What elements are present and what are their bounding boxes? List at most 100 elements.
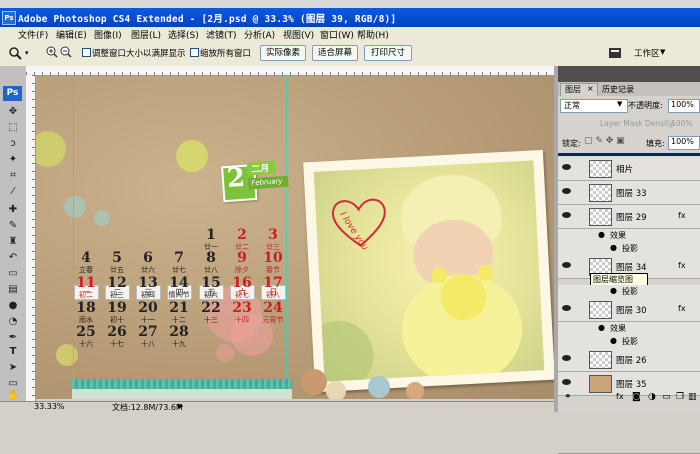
folder-icon[interactable]: ▭ <box>662 392 671 402</box>
eye-icon[interactable] <box>562 262 571 268</box>
shape-tool-icon[interactable]: ▭ <box>7 378 19 390</box>
fx-icon[interactable]: fx <box>678 304 686 313</box>
layer-effects-row[interactable]: ● 投影 <box>558 285 700 298</box>
lunar-date: 除夕 <box>235 266 249 274</box>
opacity-input[interactable]: 100% <box>668 99 700 113</box>
eye-icon[interactable]: ● <box>598 323 605 332</box>
gradient-tool-icon[interactable]: ▤ <box>7 284 19 296</box>
menu-analysis[interactable]: 分析(A) <box>244 28 275 41</box>
layer-row[interactable]: 图层 26 <box>558 348 700 372</box>
menu-edit[interactable]: 编辑(E) <box>56 28 87 41</box>
eye-icon[interactable] <box>562 355 571 361</box>
blur-tool-icon[interactable]: ● <box>7 300 19 312</box>
zoom-in-icon[interactable] <box>46 46 58 58</box>
stamp-tool-icon[interactable]: ♜ <box>7 236 19 248</box>
new-layer-icon[interactable]: ❐ <box>676 392 684 402</box>
type-tool-icon[interactable]: T <box>7 346 19 358</box>
eye-icon[interactable] <box>562 188 571 194</box>
fit-screen-button[interactable]: 适合屏幕 <box>312 45 358 61</box>
layer-row[interactable]: 图层 33 <box>558 181 700 205</box>
pen-tool-icon[interactable]: ✒ <box>7 332 19 344</box>
layer-thumbnail[interactable] <box>589 208 612 226</box>
close-icon[interactable]: × <box>587 84 594 93</box>
menu-view[interactable]: 视图(V) <box>283 28 314 41</box>
actual-pixels-button[interactable]: 实际像素 <box>260 45 306 61</box>
history-brush-icon[interactable]: ↶ <box>7 252 19 264</box>
menu-filter[interactable]: 滤镜(T) <box>206 28 237 41</box>
workspace-dropdown-arrow[interactable]: ▼ <box>660 48 665 56</box>
eye-icon[interactable] <box>562 212 571 218</box>
layer-thumbnail[interactable] <box>589 375 612 393</box>
eyedropper-icon[interactable]: ⁄ <box>7 186 19 198</box>
eye-icon[interactable]: ● <box>610 243 617 252</box>
mask-icon[interactable]: ◙ <box>632 392 641 402</box>
lunar-date: 十六 <box>79 340 93 348</box>
magic-wand-icon[interactable]: ✦ <box>7 154 19 166</box>
path-select-icon[interactable]: ➤ <box>7 362 19 374</box>
layer-effects-row[interactable]: ● 投影 <box>558 242 700 255</box>
menu-layer[interactable]: 图层(L) <box>131 28 161 41</box>
move-tool-icon[interactable]: ✥ <box>7 106 19 118</box>
workspace-icon[interactable] <box>608 46 622 60</box>
day-number: 1 <box>206 227 216 243</box>
toolbox: Ps ✥ ⬚ ↄ ✦ ⌗ ⁄ ✚ ✎ ♜ ↶ ▭ ▤ ● ◔ ✒ T ➤ ▭ ✋ <box>0 66 27 402</box>
eye-icon[interactable] <box>562 305 571 311</box>
fx-button-icon[interactable]: fx <box>616 392 624 401</box>
calendar-day: 8 廿八 <box>196 251 226 275</box>
zoom-tool-icon[interactable] <box>8 46 22 60</box>
eye-icon[interactable] <box>562 379 571 385</box>
menu-window[interactable]: 窗口(W) <box>320 28 354 41</box>
blend-mode-select[interactable]: 正常 ▼ <box>560 99 628 113</box>
fill-input[interactable]: 100% <box>668 136 700 150</box>
layer-effects-row[interactable]: ● 投影 <box>558 335 700 348</box>
print-size-button[interactable]: 打印尺寸 <box>364 45 412 61</box>
brush-tool-icon[interactable]: ✎ <box>7 220 19 232</box>
eye-icon[interactable]: ● <box>598 230 605 239</box>
dodge-tool-icon[interactable]: ◔ <box>7 316 19 328</box>
layer-row[interactable]: 图层 30 fx <box>558 298 700 322</box>
layer-thumbnail[interactable] <box>589 160 612 178</box>
healing-brush-icon[interactable]: ✚ <box>7 204 19 216</box>
resize-windows-checkbox[interactable] <box>82 48 91 57</box>
layer-effects-row[interactable]: ● 效果 <box>558 229 700 242</box>
menu-image[interactable]: 图像(I) <box>94 28 122 41</box>
zoom-level[interactable]: 33.33% <box>34 402 65 411</box>
menu-help[interactable]: 帮助(H) <box>357 28 389 41</box>
marquee-tool-icon[interactable]: ⬚ <box>7 122 19 134</box>
calendar-day: 11 初二 <box>71 276 101 300</box>
eraser-icon[interactable]: ▭ <box>7 268 19 280</box>
trash-icon[interactable]: ▥ <box>688 392 697 402</box>
link-layers-icon[interactable]: ⚭ <box>564 392 572 402</box>
selected-layer-strip[interactable] <box>558 153 700 156</box>
document-canvas[interactable]: 2 二月 February 一 二 三 四 五 六 日 1 廿一 2 廿二 3 廿三 4 立春… <box>36 76 554 399</box>
zoom-all-checkbox[interactable] <box>190 48 199 57</box>
layer-thumbnail[interactable] <box>589 184 612 202</box>
month-badge: 2 二月 February <box>221 158 289 203</box>
day-number: 12 <box>107 275 127 291</box>
layer-effects-row[interactable]: ● 效果 <box>558 322 700 335</box>
tool-preset-arrow[interactable]: ▾ <box>25 49 29 57</box>
workspace-label[interactable]: 工作区 <box>634 47 660 59</box>
layer-thumbnail[interactable] <box>589 351 612 369</box>
layer-row[interactable]: 图层 29 fx <box>558 205 700 229</box>
layer-row[interactable]: 相片 <box>558 157 700 181</box>
tab-layers[interactable]: 图层 × <box>560 83 598 96</box>
fx-icon[interactable]: fx <box>678 261 686 270</box>
eye-icon[interactable] <box>562 164 571 170</box>
crop-tool-icon[interactable]: ⌗ <box>7 170 19 182</box>
tab-history[interactable]: 历史记录 <box>602 84 634 95</box>
status-arrow-icon[interactable]: ▶ <box>178 402 183 410</box>
adjustment-icon[interactable]: ◑ <box>648 392 656 402</box>
menu-select[interactable]: 选择(S) <box>168 28 199 41</box>
layer-thumbnail[interactable] <box>589 301 612 319</box>
guide-line[interactable] <box>73 76 74 399</box>
fx-icon[interactable]: fx <box>678 211 686 220</box>
lasso-tool-icon[interactable]: ↄ <box>7 138 19 150</box>
eye-icon[interactable]: ● <box>610 286 617 295</box>
menu-file[interactable]: 文件(F) <box>18 28 48 41</box>
calendar-day: 7 廿七 <box>164 251 194 275</box>
chevron-down-icon: ▼ <box>617 100 623 108</box>
eye-icon[interactable]: ● <box>610 336 617 345</box>
zoom-out-icon[interactable] <box>60 46 72 58</box>
lock-options-icon[interactable]: ▢ ✎ ✥ ▣ <box>584 136 625 146</box>
